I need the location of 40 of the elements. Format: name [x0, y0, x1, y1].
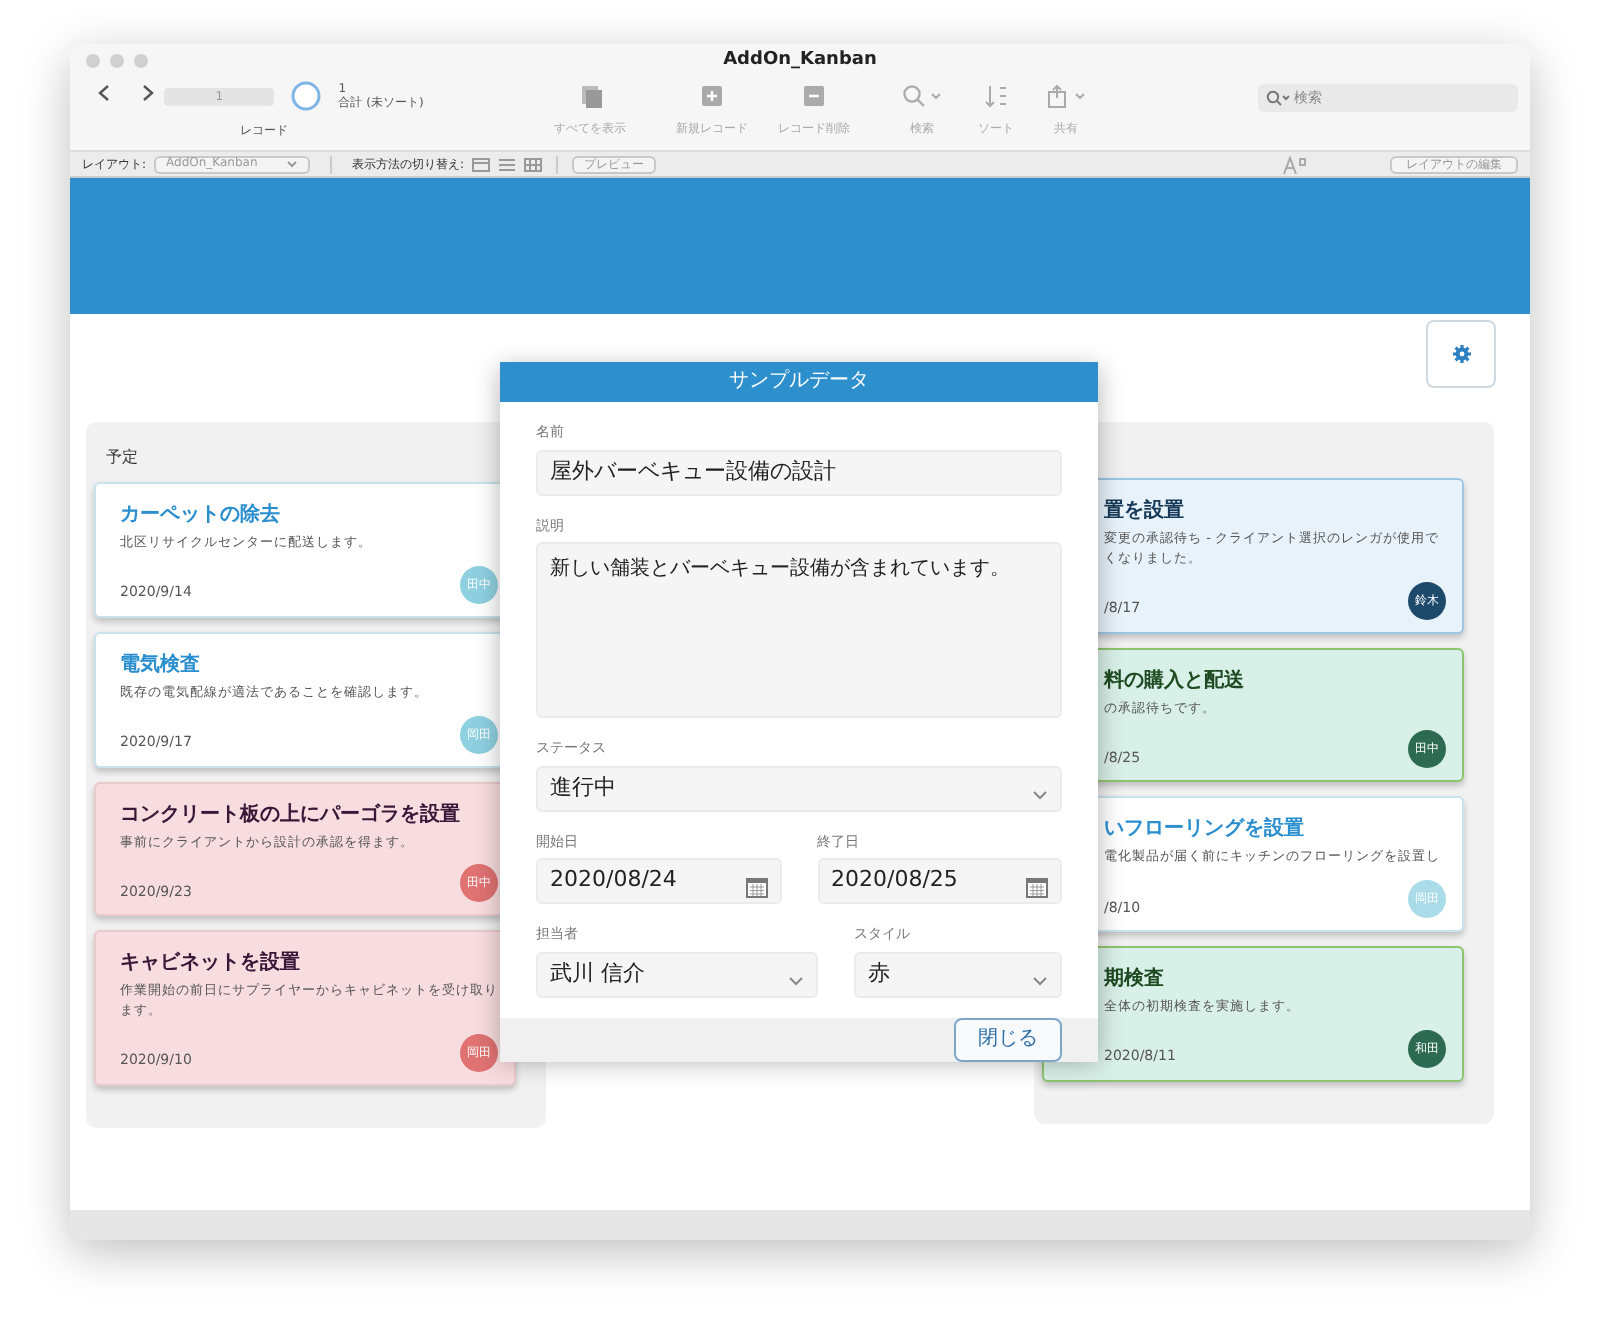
description-field[interactable]: 新しい舗装とバーベキュー設備が含まれています。: [536, 542, 1062, 718]
list-view-icon[interactable]: [498, 157, 517, 171]
minus-icon: [802, 84, 826, 108]
dropdown-field[interactable]: 赤: [853, 951, 1062, 997]
card-title: 料の購入と配送: [1104, 667, 1246, 695]
card-title: コンクリート板の上にパーゴラを設置: [120, 801, 462, 829]
column-title: 予定: [104, 446, 140, 470]
chevron-down-icon: [787, 975, 804, 985]
window-title: AddOn_Kanban: [723, 50, 877, 70]
card-title: いフローリングを設置: [1104, 815, 1306, 845]
stack-icon: [578, 84, 602, 108]
calendar-icon[interactable]: [745, 877, 767, 897]
form-view-icon[interactable]: [472, 157, 491, 171]
card-title: 期検査: [1104, 965, 1166, 994]
dropdown-field[interactable]: 武川 信介: [536, 951, 818, 997]
dialog-title: サンプルデータ: [500, 362, 1098, 402]
chevron-down-icon: [1032, 789, 1048, 799]
add-icon: [700, 84, 724, 108]
record-pie-icon: [290, 80, 323, 112]
settings-button[interactable]: [1426, 320, 1496, 388]
share-icon: [1046, 84, 1086, 108]
settings-icon: [1451, 344, 1471, 364]
card-title: 置を設置: [1104, 497, 1186, 526]
table-view-icon[interactable]: [524, 157, 543, 171]
search-icon: [1266, 90, 1290, 106]
card-title: カーペットの除去: [120, 501, 282, 530]
dropdown-field[interactable]: 進行中: [536, 765, 1062, 811]
chevron-down-icon: [1032, 975, 1048, 985]
card-title: 電気検査: [120, 651, 202, 680]
search-icon: [902, 84, 942, 108]
sort-icon: [984, 84, 1008, 108]
card-title: キャビネットを設置: [120, 949, 302, 979]
back-icon[interactable]: [98, 84, 110, 102]
chevron-down-icon: [286, 160, 299, 168]
forward-icon[interactable]: [142, 84, 154, 102]
date-field[interactable]: 2020/08/24: [536, 858, 781, 904]
date-field[interactable]: 2020/08/25: [817, 858, 1062, 904]
close-button[interactable]: 閉じる: [954, 1017, 1062, 1061]
calendar-icon[interactable]: [1026, 877, 1048, 897]
input-field[interactable]: 屋外バーベキュー設備の設計: [536, 449, 1062, 495]
